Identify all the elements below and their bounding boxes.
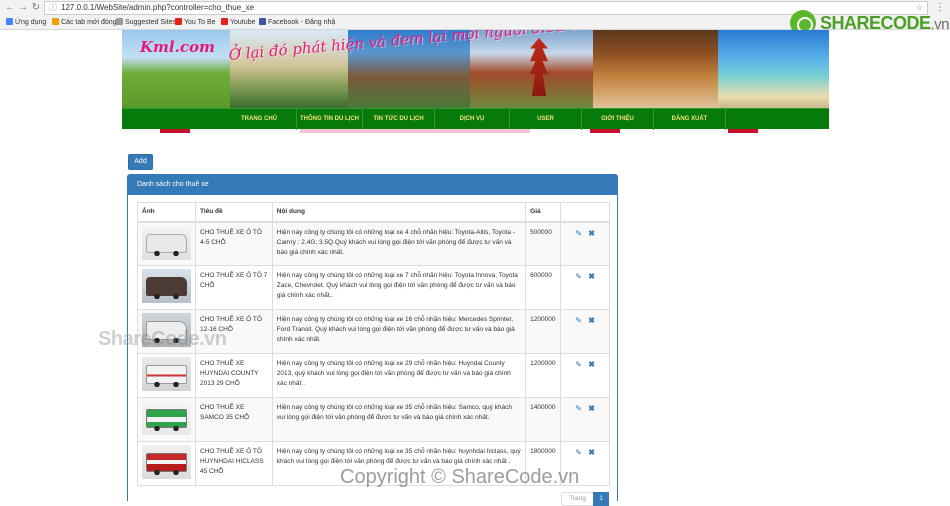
header-content: Nội dung [271,202,527,223]
row-price: 1200000 [525,353,562,398]
car-thumbnail [142,225,191,260]
bookmark-apps[interactable]: Ứng dụng [6,16,46,29]
watermark-text: ShareCode.vn [98,328,227,350]
row-actions: ✎ ✖ [560,221,610,266]
nav-item-travel-news[interactable]: TIN TỨC DU LỊCH [363,109,435,130]
facebook-icon [259,18,266,25]
car-thumbnail [142,445,191,479]
copyright-watermark: Copyright © ShareCode.vn [340,466,580,488]
table-row: CHO THUÊ XE Ô TÔ 7 CHỖ Hiện nay công ty … [137,265,610,310]
row-price: 1400000 [525,397,562,442]
bookmark-you-to-be[interactable]: You To Be [175,16,216,29]
page-icon [116,18,123,25]
back-icon[interactable]: ← [4,2,16,14]
nav-item-user[interactable]: USER [510,109,582,130]
row-image-cell [137,353,196,398]
site-banner: Kml.com Ở lại đó phát hiện và đem lại mọ… [122,30,829,108]
row-price: 500000 [525,221,562,266]
sharecode-tld: .vn [930,16,950,33]
edit-icon[interactable]: ✎ [574,316,583,325]
row-content: Hiện nay công ty chúng tôi có những loại… [271,309,527,354]
delete-icon[interactable]: ✖ [587,448,596,457]
bookmark-youtube[interactable]: Youtube [221,16,255,29]
page-info-icon[interactable]: ⓘ [49,2,57,14]
row-actions: ✎ ✖ [560,397,610,442]
pagoda-shape [530,38,548,96]
header-title: Tiêu đề [195,202,273,223]
pagination-prev[interactable]: Trang [561,492,594,506]
row-actions: ✎ ✖ [560,353,610,398]
row-image-cell [137,265,196,310]
edit-icon[interactable]: ✎ [574,229,583,238]
delete-icon[interactable]: ✖ [587,404,596,413]
row-content: Hiện nay công ty chúng tôi có những loại… [271,221,527,266]
history-icon [52,18,59,25]
edit-icon[interactable]: ✎ [574,360,583,369]
edit-icon[interactable]: ✎ [574,448,583,457]
delete-icon[interactable]: ✖ [587,360,596,369]
decorative-strip [160,129,780,133]
site-logo[interactable]: Kml.com [140,38,215,56]
banner-photo-beach [718,30,829,108]
youtube-icon [175,18,182,25]
add-button[interactable]: Add [128,154,153,170]
bookmark-closed-tabs[interactable]: Các tab mới đóng [52,16,117,29]
row-image-cell [137,221,196,266]
row-content: Hiện nay công ty chúng tôi có những loại… [271,353,527,398]
delete-icon[interactable]: ✖ [587,229,596,238]
apps-icon [6,18,13,25]
forward-icon[interactable]: → [17,2,29,14]
row-image-cell [137,441,196,486]
table-row: CHO THUÊ XE SAMCO 35 CHỖ Hiện nay công t… [137,397,610,442]
row-title: CHO THUÊ XE Ô TÔ HUYNHDAI HICLASS 45 CHỖ [195,441,273,486]
banner-photo-food [593,30,718,108]
banner-photo-pagoda [470,30,593,108]
row-actions: ✎ ✖ [560,309,610,354]
car-thumbnail [142,269,191,303]
panel-title: Danh sách cho thuê xe [128,175,617,195]
bookmark-facebook[interactable]: Facebook - Đăng nhậ [259,16,335,29]
table-row: CHO THUÊ XE HUYNDAI COUNTY 2013 29 CHỖ H… [137,353,610,398]
row-price: 600000 [525,265,562,310]
row-title: CHO THUÊ XE HUYNDAI COUNTY 2013 29 CHỖ [195,353,273,398]
reload-icon[interactable]: ↻ [30,2,42,14]
nav-item-about[interactable]: GIỚI THIỆU [582,109,654,130]
main-nav: TRANG CHỦ THÔNG TIN DU LỊCH TIN TỨC DU L… [122,108,829,130]
car-thumbnail [142,401,191,435]
row-title: CHO THUÊ XE Ô TÔ 7 CHỖ [195,265,273,310]
row-price: 1200000 [525,309,562,354]
pagination-page-1[interactable]: 1 [593,492,609,506]
header-actions [560,202,610,223]
delete-icon[interactable]: ✖ [587,316,596,325]
bookmark-suggested[interactable]: Suggested Sites [116,16,176,29]
nav-item-services[interactable]: DỊCH VỤ [435,109,510,130]
url-text: 127.0.0.1/WebSite/admin.php?controller=c… [61,3,255,12]
edit-icon[interactable]: ✎ [574,404,583,413]
header-price: Giá [525,202,562,223]
edit-icon[interactable]: ✎ [574,272,583,281]
nav-item-home[interactable]: TRANG CHỦ [222,109,297,130]
car-thumbnail [142,357,191,391]
row-title: CHO THUÊ XE SAMCO 35 CHỖ [195,397,273,442]
nav-item-logout[interactable]: ĐĂNG XUẤT [654,109,726,130]
row-content: Hiện nay công ty chúng tôi có những loại… [271,397,527,442]
delete-icon[interactable]: ✖ [587,272,596,281]
header-image: Ảnh [137,202,196,223]
nav-item-travel-info[interactable]: THÔNG TIN DU LỊCH [297,109,363,130]
row-image-cell [137,397,196,442]
table-header-row: Ảnh Tiêu đề Nội dung Giá [137,202,610,223]
row-actions: ✎ ✖ [560,265,610,310]
row-content: Hiện nay công ty chúng tôi có những loại… [271,265,527,310]
table-row: CHO THUÊ XE Ô TÔ 4-5 CHỖ Hiện nay công t… [137,221,610,266]
row-title: CHO THUÊ XE Ô TÔ 4-5 CHỖ [195,221,273,266]
sharecode-brand: SHARECODE [820,13,931,33]
youtube-icon [221,18,228,25]
